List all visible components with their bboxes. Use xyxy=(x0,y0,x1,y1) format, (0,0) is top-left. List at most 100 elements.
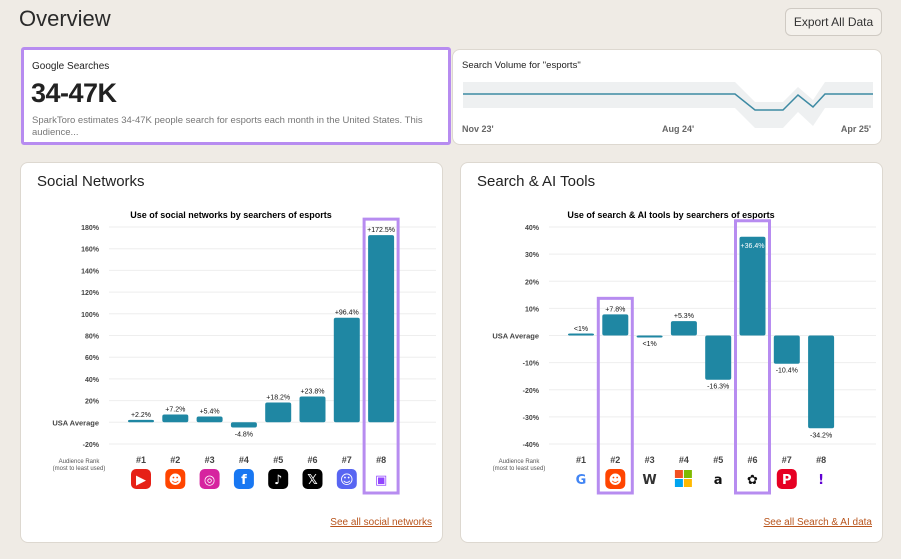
amazon-icon: a xyxy=(708,469,729,489)
bar-rank-2 xyxy=(162,414,189,423)
google-icon: G xyxy=(571,469,591,489)
microsoft-icon xyxy=(674,470,692,487)
yahoo-icon: ! xyxy=(811,469,832,489)
microsoft-square xyxy=(674,479,683,487)
x-axis-title: Audience Rank xyxy=(499,459,541,465)
icon-glyph: ♪ xyxy=(274,473,282,488)
rank-label: #1 xyxy=(576,455,586,465)
data-label: +36.4% xyxy=(741,243,765,250)
icon-glyph: P xyxy=(782,473,792,488)
rank-label: #8 xyxy=(376,455,386,465)
y-tick-label: -30% xyxy=(523,415,540,422)
bar-rank-7 xyxy=(773,335,800,364)
youtube-icon: ▶ xyxy=(131,469,151,489)
bar-rank-8 xyxy=(808,335,835,429)
reddit-icon: ☻ xyxy=(605,469,626,489)
y-tick-label: 40% xyxy=(85,377,100,384)
bar-rank-5 xyxy=(265,402,292,423)
twitch-icon: ▣ xyxy=(371,469,392,489)
icon-glyph: ◎ xyxy=(204,473,215,488)
search-ai-tools-card: Search & AI Tools Use of search & AI too… xyxy=(460,162,883,543)
bar-rank-2 xyxy=(602,314,629,336)
data-label: <1% xyxy=(574,326,588,333)
y-tick-label: 60% xyxy=(85,355,100,362)
bar-rank-4 xyxy=(670,321,697,336)
y-tick-label: 120% xyxy=(81,290,100,297)
rank-label: #2 xyxy=(610,455,620,465)
bar-rank-5 xyxy=(705,335,732,380)
y-tick-label: -20% xyxy=(523,388,540,395)
instagram-icon: ◎ xyxy=(199,469,220,489)
rank-label: #4 xyxy=(679,455,689,465)
wikipedia-icon: W xyxy=(639,469,660,489)
reddit-icon: ☻ xyxy=(165,469,186,489)
y-tick-label: 10% xyxy=(525,306,540,313)
y-tick-label: 180% xyxy=(81,225,100,232)
search-ai-tools-chart: Use of search & AI tools by searchers of… xyxy=(492,210,876,495)
icon-glyph: ▣ xyxy=(375,473,387,488)
bar-rank-6 xyxy=(739,236,766,336)
x-axis-subtitle: (most to least used) xyxy=(53,466,106,472)
y-tick-label: USA Average xyxy=(492,332,539,341)
see-all-search-ai-link[interactable]: See all Search & AI data xyxy=(764,517,872,528)
google-searches-card: Google Searches 34-47K SparkToro estimat… xyxy=(21,47,451,145)
rank-label: #3 xyxy=(645,455,655,465)
rank-label: #2 xyxy=(170,455,180,465)
y-tick-label: 20% xyxy=(525,279,540,286)
data-label: +23.8% xyxy=(301,388,325,395)
icon-glyph: ☻ xyxy=(609,473,623,488)
rank-label: #6 xyxy=(747,455,757,465)
y-tick-label: 160% xyxy=(81,247,100,254)
x-axis-title: Audience Rank xyxy=(59,459,101,465)
data-label: +7.8% xyxy=(605,306,625,313)
tick-start: Nov 23' xyxy=(462,124,494,134)
y-tick-label: 20% xyxy=(85,399,100,406)
google-searches-label: Google Searches xyxy=(32,61,110,72)
y-tick-label: -40% xyxy=(523,442,540,449)
rank-label: #7 xyxy=(342,455,352,465)
data-label: <1% xyxy=(642,341,656,348)
bar-rank-6 xyxy=(299,396,326,423)
data-label: -16.3% xyxy=(707,384,729,391)
bar-rank-4 xyxy=(230,422,257,428)
y-tick-label: 40% xyxy=(525,225,540,232)
icon-glyph: a xyxy=(714,473,723,488)
y-tick-label: 100% xyxy=(81,312,100,319)
icon-glyph: ✿ xyxy=(747,473,758,488)
x-icon: 𝕏 xyxy=(302,469,323,489)
rank-label: #4 xyxy=(239,455,249,465)
data-label: -4.8% xyxy=(235,432,253,439)
facebook-icon: f xyxy=(233,469,254,489)
rank-label: #5 xyxy=(713,455,723,465)
icon-glyph: W xyxy=(642,473,656,488)
bar-rank-1 xyxy=(128,419,154,423)
chatgpt-icon: ✿ xyxy=(742,469,763,489)
data-label: -10.4% xyxy=(776,368,798,375)
social-networks-card: Social Networks Use of social networks b… xyxy=(20,162,443,543)
microsoft-square xyxy=(683,470,692,478)
rank-label: #3 xyxy=(205,455,215,465)
microsoft-square xyxy=(683,479,692,487)
rank-label: #6 xyxy=(307,455,317,465)
icon-glyph: G xyxy=(576,473,587,488)
data-label: +2.2% xyxy=(131,412,151,419)
y-tick-label: -10% xyxy=(523,361,540,368)
export-all-data-button[interactable]: Export All Data xyxy=(785,8,882,36)
page-title: Overview xyxy=(19,6,111,31)
see-all-social-networks-link[interactable]: See all social networks xyxy=(330,517,432,528)
rank-label: #7 xyxy=(782,455,792,465)
google-searches-value: 34-47K xyxy=(31,78,117,108)
discord-icon: ☺ xyxy=(336,469,357,489)
x-axis-subtitle: (most to least used) xyxy=(493,466,546,472)
bar-rank-7 xyxy=(333,317,360,423)
tiktok-icon: ♪ xyxy=(268,469,289,489)
data-label: +7.2% xyxy=(165,406,185,413)
icon-glyph: f xyxy=(241,473,247,488)
bar-rank-1 xyxy=(568,333,594,336)
y-tick-label: USA Average xyxy=(52,418,99,427)
icon-glyph: ▶ xyxy=(136,473,146,488)
y-tick-label: -20% xyxy=(83,442,100,449)
google-searches-description: SparkToro estimates 34-47K people search… xyxy=(32,115,423,138)
y-tick-label: 80% xyxy=(85,334,100,341)
rank-label: #5 xyxy=(273,455,283,465)
